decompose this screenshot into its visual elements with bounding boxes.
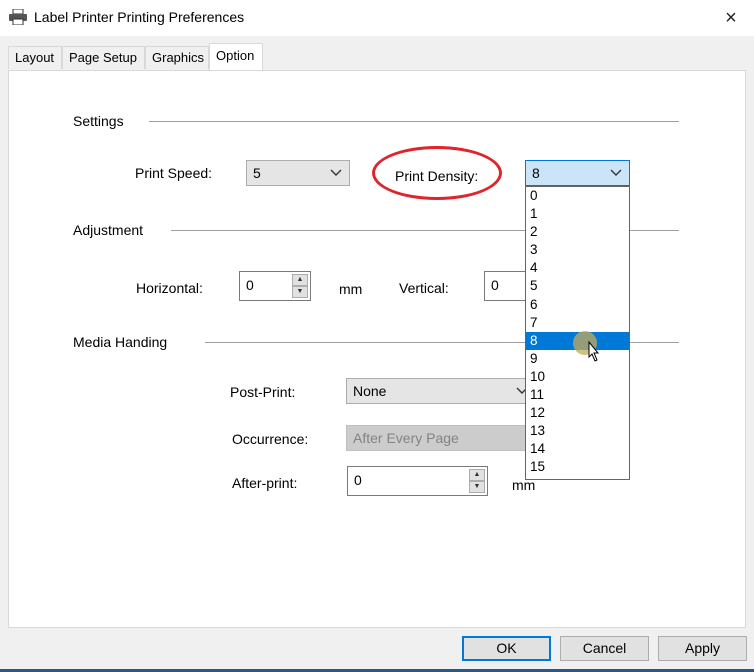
horizontal-input[interactable]: 0 ▲ ▼ <box>239 271 311 301</box>
horizontal-unit: mm <box>339 281 363 297</box>
dropdown-option[interactable]: 3 <box>526 241 629 259</box>
title-bar: Label Printer Printing Preferences × <box>0 0 754 36</box>
horizontal-label: Horizontal: <box>136 280 203 296</box>
ok-button[interactable]: OK <box>462 636 551 661</box>
tab-option[interactable]: Option <box>209 43 263 70</box>
settings-divider <box>149 121 679 122</box>
cancel-button[interactable]: Cancel <box>560 636 649 661</box>
cursor-icon <box>588 340 600 362</box>
dropdown-option[interactable]: 2 <box>526 223 629 241</box>
spin-up-icon[interactable]: ▲ <box>469 469 485 481</box>
chevron-down-icon <box>330 169 342 176</box>
dropdown-option[interactable]: 12 <box>526 404 629 422</box>
vertical-label: Vertical: <box>399 280 449 296</box>
post-print-select[interactable]: None <box>346 378 536 404</box>
spin-up-icon[interactable]: ▲ <box>292 274 308 286</box>
dropdown-option[interactable]: 10 <box>526 368 629 386</box>
dropdown-option[interactable]: 13 <box>526 422 629 440</box>
close-button[interactable]: × <box>708 0 754 36</box>
occurrence-label: Occurrence: <box>232 431 309 447</box>
occurrence-value: After Every Page <box>353 430 459 446</box>
print-speed-select[interactable]: 5 <box>246 160 350 186</box>
after-print-value: 0 <box>354 472 362 488</box>
dropdown-option[interactable]: 14 <box>526 440 629 458</box>
dropdown-option[interactable]: 15 <box>526 458 629 476</box>
chevron-down-icon <box>610 169 622 176</box>
dropdown-option[interactable]: 1 <box>526 205 629 223</box>
print-density-label: Print Density: <box>395 168 479 184</box>
close-icon: × <box>725 6 737 29</box>
settings-heading: Settings <box>73 113 124 129</box>
window-title: Label Printer Printing Preferences <box>34 9 245 25</box>
tab-graphics[interactable]: Graphics <box>145 46 209 69</box>
print-speed-value: 5 <box>253 165 261 181</box>
print-density-value: 8 <box>532 165 540 181</box>
printer-icon <box>9 9 27 25</box>
dropdown-option[interactable]: 5 <box>526 277 629 295</box>
spin-down-icon[interactable]: ▼ <box>469 481 485 493</box>
print-speed-label: Print Speed: <box>135 165 213 181</box>
tab-layout[interactable]: Layout <box>8 46 62 69</box>
horizontal-value: 0 <box>246 277 254 293</box>
post-print-label: Post-Print: <box>230 384 296 400</box>
print-density-select[interactable]: 8 <box>525 160 630 186</box>
post-print-value: None <box>353 383 387 399</box>
occurrence-select: After Every Page <box>346 425 536 451</box>
dropdown-option[interactable]: 0 <box>526 187 629 205</box>
dropdown-option[interactable]: 11 <box>526 386 629 404</box>
tab-page-setup[interactable]: Page Setup <box>62 46 145 69</box>
vertical-value: 0 <box>491 277 499 293</box>
after-print-label: After-print: <box>232 475 298 491</box>
after-print-input[interactable]: 0 ▲ ▼ <box>347 466 488 496</box>
spin-down-icon[interactable]: ▼ <box>292 286 308 298</box>
dropdown-option[interactable]: 4 <box>526 259 629 277</box>
adjustment-heading: Adjustment <box>73 222 144 238</box>
media-heading: Media Handing <box>73 334 168 350</box>
apply-button[interactable]: Apply <box>658 636 747 661</box>
dropdown-option[interactable]: 7 <box>526 314 629 332</box>
dropdown-option[interactable]: 6 <box>526 296 629 314</box>
